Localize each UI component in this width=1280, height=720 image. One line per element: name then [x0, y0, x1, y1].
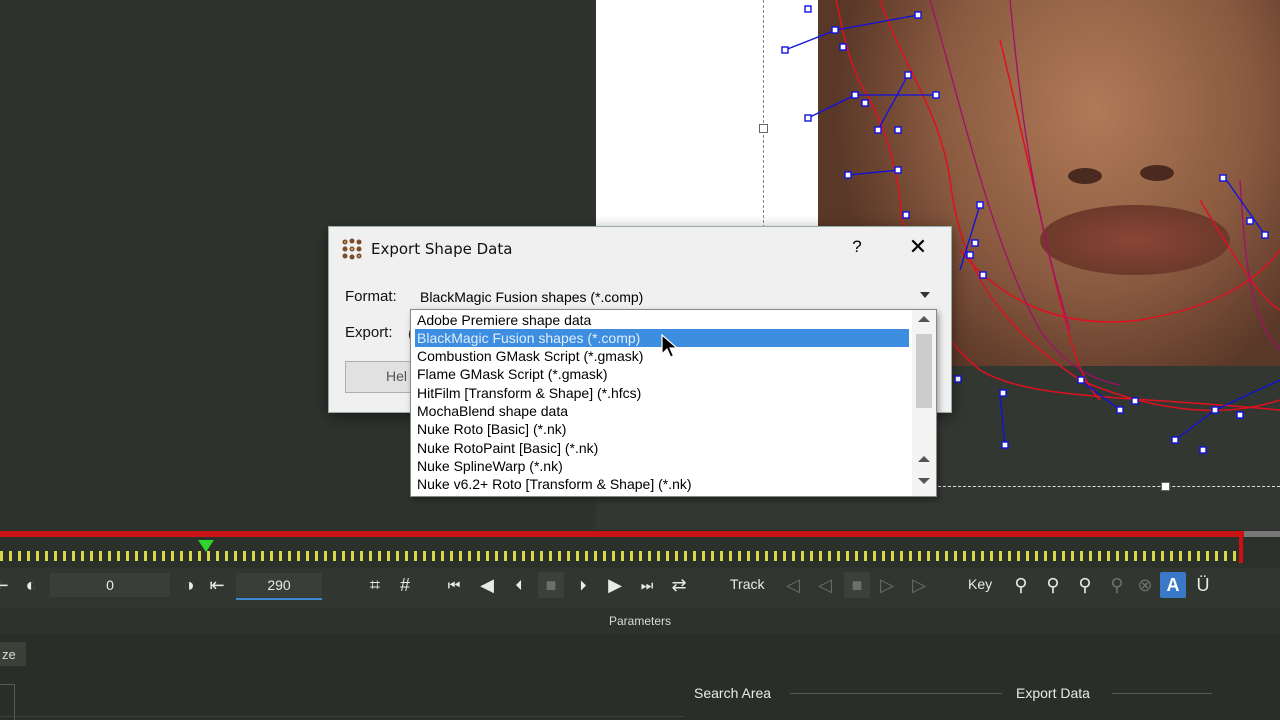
section-divider: [0, 716, 684, 717]
purple-splines: [929, 0, 1280, 386]
set-out-icon[interactable]: ◑: [176, 572, 202, 598]
timeline-frame-ticks: [0, 551, 1240, 561]
go-to-in-icon[interactable]: ⇤: [204, 572, 230, 598]
track-step-backward-icon[interactable]: ◁: [812, 572, 838, 598]
section-divider: [1112, 693, 1212, 694]
scroll-up-icon[interactable]: [918, 316, 930, 322]
key-next-icon[interactable]: ⚲: [1072, 572, 1098, 598]
key-add-icon[interactable]: ⚲: [1040, 572, 1066, 598]
format-label: Format:: [345, 288, 397, 305]
track-step-forward-icon[interactable]: ▷: [874, 572, 900, 598]
mocha-app-icon: [342, 238, 362, 260]
format-select-value: BlackMagic Fusion shapes (*.comp): [420, 289, 644, 305]
dropdown-option[interactable]: Nuke Roto [Basic] (*.nk): [411, 420, 909, 438]
section-divider: [790, 693, 1002, 694]
play-backward-icon[interactable]: ◀: [474, 572, 500, 598]
track-stop-icon[interactable]: ■: [844, 572, 870, 598]
grid-icon[interactable]: #: [392, 572, 418, 598]
in-point-icon[interactable]: ⇤: [0, 572, 14, 598]
bbox-corner-handle[interactable]: [1161, 482, 1170, 491]
dropdown-option[interactable]: HitFilm [Transform & Shape] (*.hfcs): [411, 384, 909, 402]
scroll-down-icon[interactable]: [918, 478, 930, 484]
out-frame-field[interactable]: 290: [236, 573, 322, 597]
dialog-title: Export Shape Data: [371, 240, 513, 258]
loop-icon[interactable]: ⇄: [666, 572, 692, 598]
section-divider: [0, 684, 14, 685]
out-frame-underline: [236, 598, 322, 600]
format-select[interactable]: BlackMagic Fusion shapes (*.comp): [413, 285, 937, 311]
step-forward-icon[interactable]: ⏵: [570, 572, 596, 598]
key-prev-icon[interactable]: ⚲: [1008, 572, 1034, 598]
fit-frame-icon[interactable]: ⌗: [362, 572, 388, 598]
key-delete-all-icon[interactable]: ⊗: [1132, 572, 1158, 598]
section-divider: [14, 684, 15, 720]
timeline-out-marker[interactable]: [1239, 531, 1243, 563]
track-backward-icon[interactable]: ◁: [780, 572, 806, 598]
set-in-icon[interactable]: ◐: [18, 572, 44, 598]
dropdown-option[interactable]: MochaBlend shape data: [411, 402, 909, 420]
playhead-marker[interactable]: [198, 540, 214, 552]
help-question-icon[interactable]: ?: [845, 235, 869, 259]
timeline-range-bar[interactable]: [0, 531, 1244, 537]
dropdown-option[interactable]: Flame GMask Script (*.gmask): [411, 365, 909, 383]
step-backward-icon[interactable]: ⏴: [506, 572, 532, 598]
mouse-cursor-icon: [661, 334, 679, 358]
parameters-header: Parameters: [0, 608, 1280, 634]
track-label: Track: [730, 576, 765, 592]
help-button-label: Hel: [386, 368, 408, 384]
dropdown-scrollbar[interactable]: [912, 310, 936, 496]
dropdown-option[interactable]: Combustion GMask Script (*.gmask): [411, 347, 909, 365]
scroll-up-icon[interactable]: [918, 456, 930, 462]
autokey-icon[interactable]: A: [1160, 572, 1186, 598]
key-label: Key: [968, 576, 993, 592]
track-forward-icon[interactable]: ▷: [906, 572, 932, 598]
export-label: Export:: [345, 324, 393, 341]
last-frame-icon[interactable]: ⏭: [634, 572, 660, 598]
dropdown-option[interactable]: Adobe Premiere shape data: [411, 311, 909, 329]
parameters-tab[interactable]: ze: [0, 642, 26, 666]
close-icon[interactable]: ✕: [903, 233, 933, 261]
dropdown-option[interactable]: Nuke RotoPaint [Basic] (*.nk): [411, 439, 909, 457]
key-lock-icon[interactable]: Ü: [1190, 572, 1216, 598]
parameters-panel: [0, 634, 1280, 720]
chevron-down-icon[interactable]: [920, 292, 930, 298]
play-forward-icon[interactable]: ▶: [602, 572, 628, 598]
dropdown-option[interactable]: Nuke v6.2+ Roto [Transform & Shape] (*.n…: [411, 475, 909, 493]
search-area-section: Search Area: [694, 685, 772, 701]
export-data-section: Export Data: [1016, 685, 1090, 701]
in-frame-field[interactable]: 0: [50, 573, 170, 597]
first-frame-icon[interactable]: ⏮: [441, 572, 467, 598]
bounding-box-bottom-edge: [938, 486, 1280, 487]
key-delete-icon[interactable]: ⚲: [1104, 572, 1130, 598]
timeline-out-range: [1244, 531, 1280, 537]
scrollbar-thumb[interactable]: [916, 334, 932, 408]
stop-icon[interactable]: ■: [538, 572, 564, 598]
dropdown-option[interactable]: Nuke SplineWarp (*.nk): [411, 457, 909, 475]
